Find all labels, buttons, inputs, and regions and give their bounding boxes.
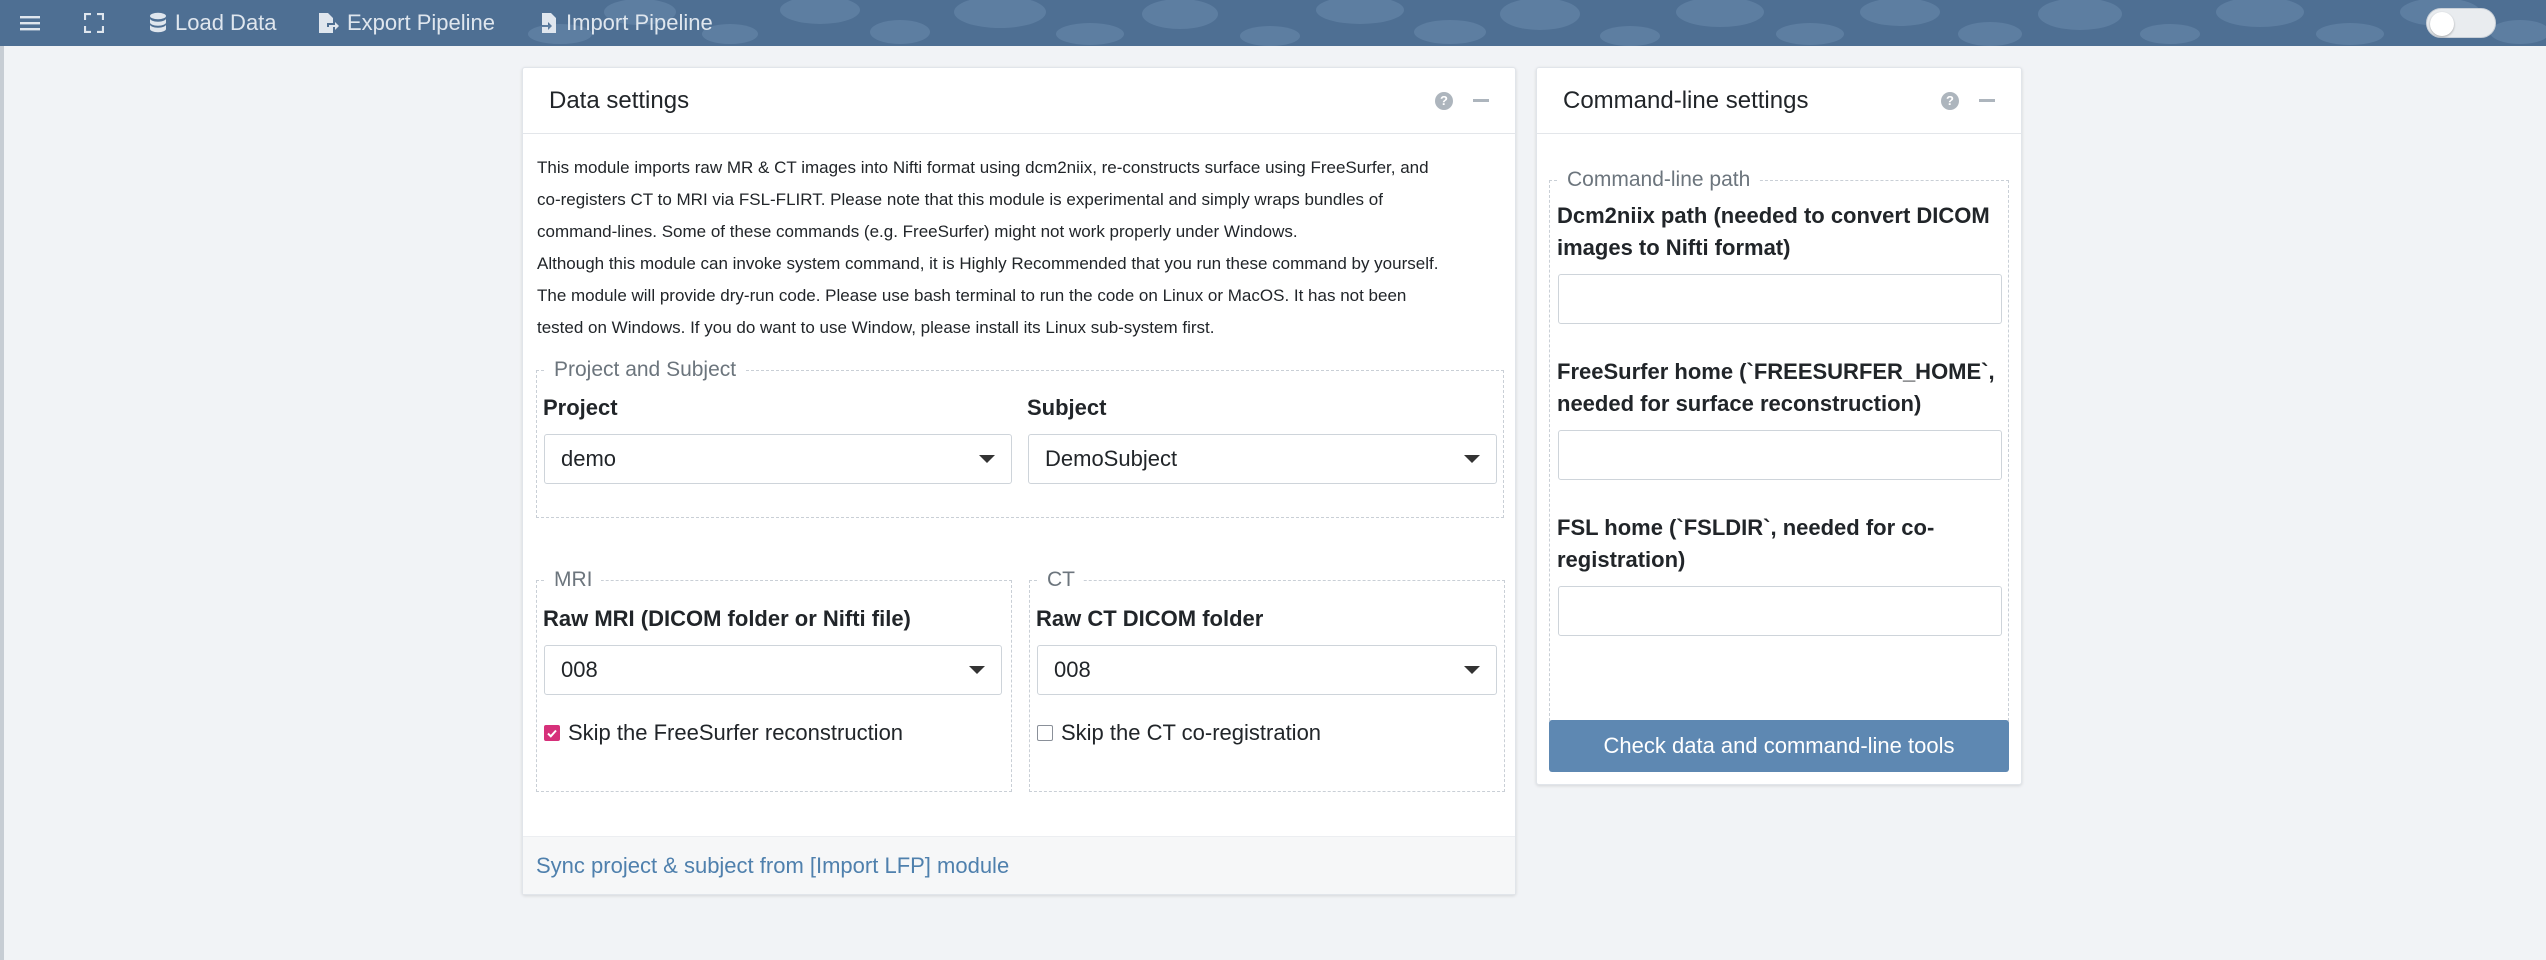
theme-toggle-switch[interactable] bbox=[2426, 8, 2496, 38]
command-line-settings-title: Command-line settings bbox=[1563, 86, 1809, 114]
help-icon[interactable]: ? bbox=[1435, 91, 1453, 110]
collapse-icon[interactable] bbox=[1473, 99, 1489, 102]
skip-freesurfer-label: Skip the FreeSurfer reconstruction bbox=[568, 720, 904, 745]
raw-ct-select-value: 008 bbox=[1054, 657, 1091, 682]
export-file-icon bbox=[317, 12, 339, 34]
raw-mri-select-value: 008 bbox=[561, 657, 598, 682]
raw-mri-label: Raw MRI (DICOM folder or Nifti file) bbox=[543, 606, 911, 631]
mri-legend: MRI bbox=[546, 568, 601, 592]
dcm2niix-path-label: Dcm2niix path (needed to convert DICOM i… bbox=[1557, 200, 2007, 264]
project-subject-legend: Project and Subject bbox=[546, 358, 745, 382]
chevron-down-icon bbox=[979, 455, 995, 463]
project-select-value: demo bbox=[561, 446, 617, 471]
command-line-settings-card: Command-line settings ? Command-line pat… bbox=[1536, 67, 2022, 785]
sidebar-toggle-button[interactable] bbox=[20, 0, 48, 46]
collapse-icon[interactable] bbox=[1979, 99, 1995, 102]
fsl-home-input[interactable] bbox=[1558, 586, 2002, 636]
toggle-knob bbox=[2430, 12, 2454, 36]
ct-legend: CT bbox=[1039, 568, 1083, 592]
export-pipeline-button[interactable]: Export Pipeline bbox=[317, 0, 495, 46]
checkmark-icon bbox=[547, 729, 557, 738]
freesurfer-label-line: FreeSurfer home (`FREESURFER_HOME`, bbox=[1557, 359, 1995, 384]
raw-ct-label: Raw CT DICOM folder bbox=[1036, 606, 1264, 631]
skip-ct-checkbox[interactable] bbox=[1037, 725, 1053, 741]
data-settings-card: Data settings ? This module imports raw … bbox=[522, 67, 1516, 895]
description-line: tested on Windows. If you do want to use… bbox=[537, 318, 1215, 337]
data-settings-title: Data settings bbox=[549, 86, 690, 114]
description-line: command-lines. Some of these commands (e… bbox=[537, 222, 1298, 241]
fsl-label-line: FSL home (`FSLDIR`, needed for co- bbox=[1557, 515, 1935, 540]
chevron-down-icon bbox=[969, 666, 985, 674]
import-pipeline-button[interactable]: Import Pipeline bbox=[538, 0, 713, 46]
command-line-path-legend: Command-line path bbox=[1559, 168, 1759, 192]
fullscreen-button[interactable] bbox=[84, 0, 112, 46]
subject-select-value: DemoSubject bbox=[1045, 446, 1178, 471]
skip-ct-label: Skip the CT co-registration bbox=[1061, 720, 1322, 745]
raw-mri-select[interactable]: 008 bbox=[544, 645, 1002, 695]
import-file-icon bbox=[538, 12, 558, 34]
module-description: This module imports raw MR & CT images i… bbox=[537, 152, 1507, 344]
dcm2niix-label-line: images to Nifti format) bbox=[1557, 235, 1791, 260]
project-select[interactable]: demo bbox=[544, 434, 1012, 484]
raw-ct-select[interactable]: 008 bbox=[1037, 645, 1497, 695]
check-data-tools-button[interactable]: Check data and command-line tools bbox=[1549, 720, 2009, 772]
left-edge-strip bbox=[0, 46, 4, 960]
load-data-label: Load Data bbox=[175, 10, 277, 35]
fullscreen-icon bbox=[84, 13, 104, 33]
description-line: Although this module can invoke system c… bbox=[537, 254, 1439, 273]
description-line: The module will provide dry-run code. Pl… bbox=[537, 286, 1407, 305]
sync-project-subject-link[interactable]: Sync project & subject from [Import LFP]… bbox=[536, 853, 1009, 879]
fsl-label-line: registration) bbox=[1557, 547, 1686, 572]
top-navbar: Load Data Export Pipeline Import Pipelin… bbox=[0, 0, 2546, 46]
help-icon[interactable]: ? bbox=[1941, 91, 1959, 110]
data-settings-footer: Sync project & subject from [Import LFP]… bbox=[523, 836, 1515, 894]
fsl-home-label: FSL home (`FSLDIR`, needed for co- regis… bbox=[1557, 512, 2007, 576]
freesurfer-home-label: FreeSurfer home (`FREESURFER_HOME`, need… bbox=[1557, 356, 2007, 420]
data-settings-header: Data settings ? bbox=[523, 68, 1515, 134]
load-data-button[interactable]: Load Data bbox=[149, 0, 277, 46]
database-icon bbox=[149, 12, 167, 34]
freesurfer-label-line: needed for surface reconstruction) bbox=[1557, 391, 1922, 416]
freesurfer-home-input[interactable] bbox=[1558, 430, 2002, 480]
skip-freesurfer-checkbox-row[interactable]: Skip the FreeSurfer reconstruction bbox=[544, 720, 903, 746]
command-line-settings-header: Command-line settings ? bbox=[1537, 68, 2021, 134]
chevron-down-icon bbox=[1464, 455, 1480, 463]
project-label: Project bbox=[543, 395, 618, 420]
description-line: This module imports raw MR & CT images i… bbox=[537, 158, 1429, 177]
subject-label: Subject bbox=[1027, 395, 1107, 420]
import-pipeline-label: Import Pipeline bbox=[566, 10, 713, 35]
dcm2niix-label-line: Dcm2niix path (needed to convert DICOM bbox=[1557, 203, 1990, 228]
skip-freesurfer-checkbox[interactable] bbox=[544, 725, 560, 741]
subject-select[interactable]: DemoSubject bbox=[1028, 434, 1497, 484]
export-pipeline-label: Export Pipeline bbox=[347, 10, 495, 35]
hamburger-icon bbox=[20, 15, 40, 31]
dcm2niix-path-input[interactable] bbox=[1558, 274, 2002, 324]
chevron-down-icon bbox=[1464, 666, 1480, 674]
skip-ct-checkbox-row[interactable]: Skip the CT co-registration bbox=[1037, 720, 1321, 746]
description-line: co-registers CT to MRI via FSL-FLIRT. Pl… bbox=[537, 190, 1383, 209]
